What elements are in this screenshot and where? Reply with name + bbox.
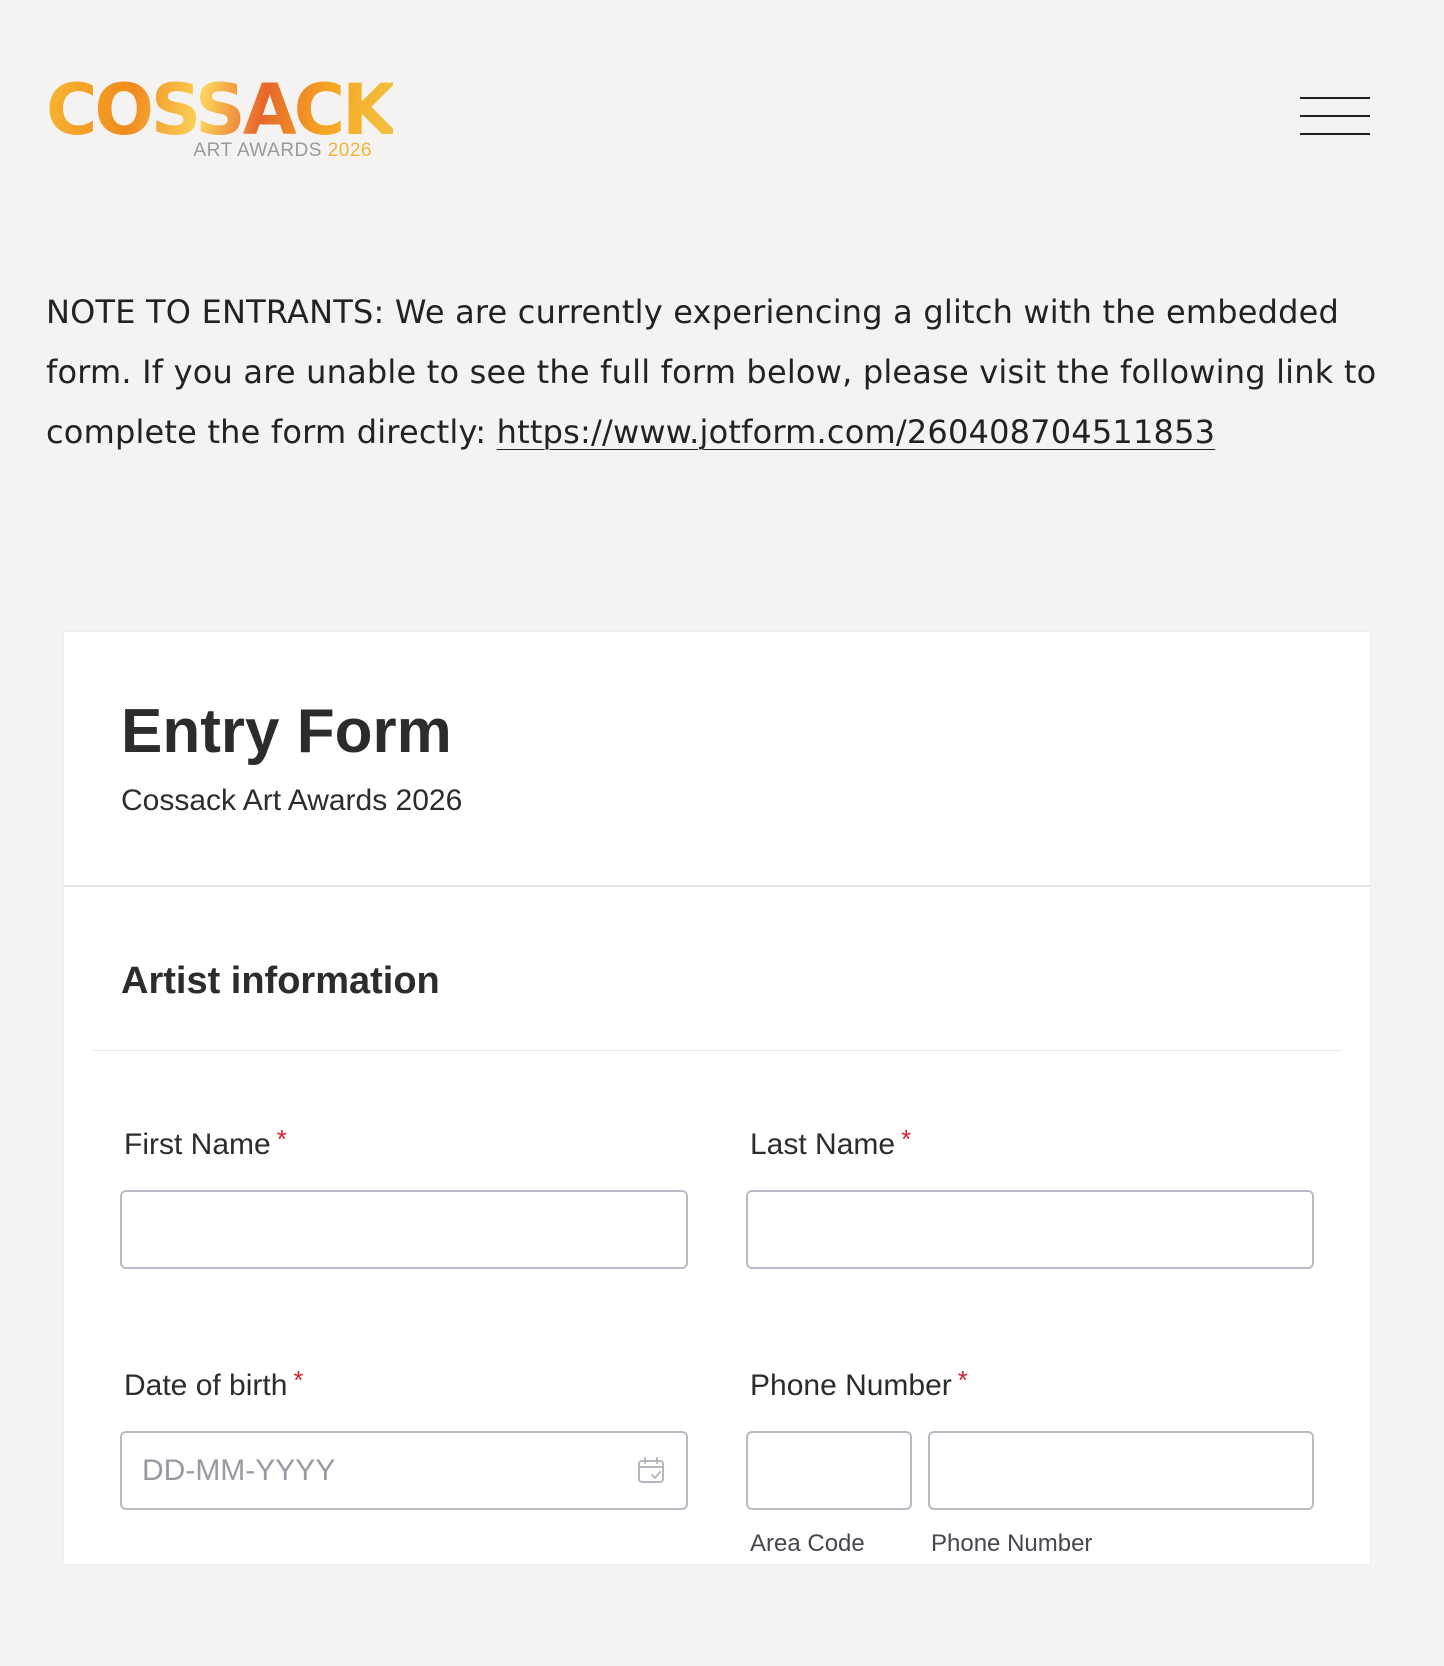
required-asterisk: *	[276, 1124, 287, 1154]
menu-bar-middle	[1300, 115, 1370, 117]
required-asterisk: *	[293, 1365, 304, 1395]
form-subtitle: Cossack Art Awards 2026	[121, 784, 463, 817]
date-of-birth-input[interactable]	[120, 1431, 688, 1510]
logo-subtitle: ART AWARDS 2026	[193, 140, 372, 162]
first-name-label: First Name *	[124, 1124, 287, 1162]
calendar-icon[interactable]	[636, 1455, 666, 1485]
logo-wordmark: COSSACK	[46, 69, 396, 151]
section-title-artist-information: Artist information	[121, 960, 440, 1002]
note-to-entrants: NOTE TO ENTRANTS: We are currently exper…	[46, 282, 1386, 462]
logo-year: 2026	[327, 140, 372, 161]
phone-number-label: Phone Number *	[750, 1365, 968, 1403]
form-title: Entry Form	[121, 697, 452, 766]
area-code-input[interactable]	[746, 1431, 912, 1510]
last-name-label-text: Last Name	[750, 1128, 896, 1161]
phone-number-label-text: Phone Number	[750, 1369, 952, 1402]
date-of-birth-label: Date of birth *	[124, 1365, 304, 1403]
jotform-link[interactable]: https://www.jotform.com/260408704511853	[497, 413, 1216, 451]
required-asterisk: *	[957, 1365, 968, 1395]
form-header-divider	[64, 885, 1370, 887]
section-divider	[93, 1050, 1341, 1051]
phone-number-sublabel: Phone Number	[931, 1530, 1093, 1557]
last-name-label: Last Name *	[750, 1124, 911, 1162]
last-name-input[interactable]	[746, 1190, 1314, 1269]
logo-subtitle-text: ART AWARDS	[193, 140, 322, 161]
entry-form-card: Entry Form Cossack Art Awards 2026 Artis…	[64, 632, 1370, 1564]
required-asterisk: *	[901, 1124, 912, 1154]
first-name-input[interactable]	[120, 1190, 688, 1269]
phone-number-input[interactable]	[928, 1431, 1314, 1510]
area-code-sublabel: Area Code	[750, 1530, 865, 1557]
first-name-label-text: First Name	[124, 1128, 271, 1161]
cossack-logo[interactable]: COSSACK ART AWARDS 2026	[46, 72, 396, 172]
hamburger-menu-icon[interactable]	[1300, 95, 1373, 141]
menu-bar-top	[1300, 97, 1370, 99]
date-of-birth-label-text: Date of birth	[124, 1369, 288, 1402]
menu-bar-bottom	[1300, 133, 1370, 135]
